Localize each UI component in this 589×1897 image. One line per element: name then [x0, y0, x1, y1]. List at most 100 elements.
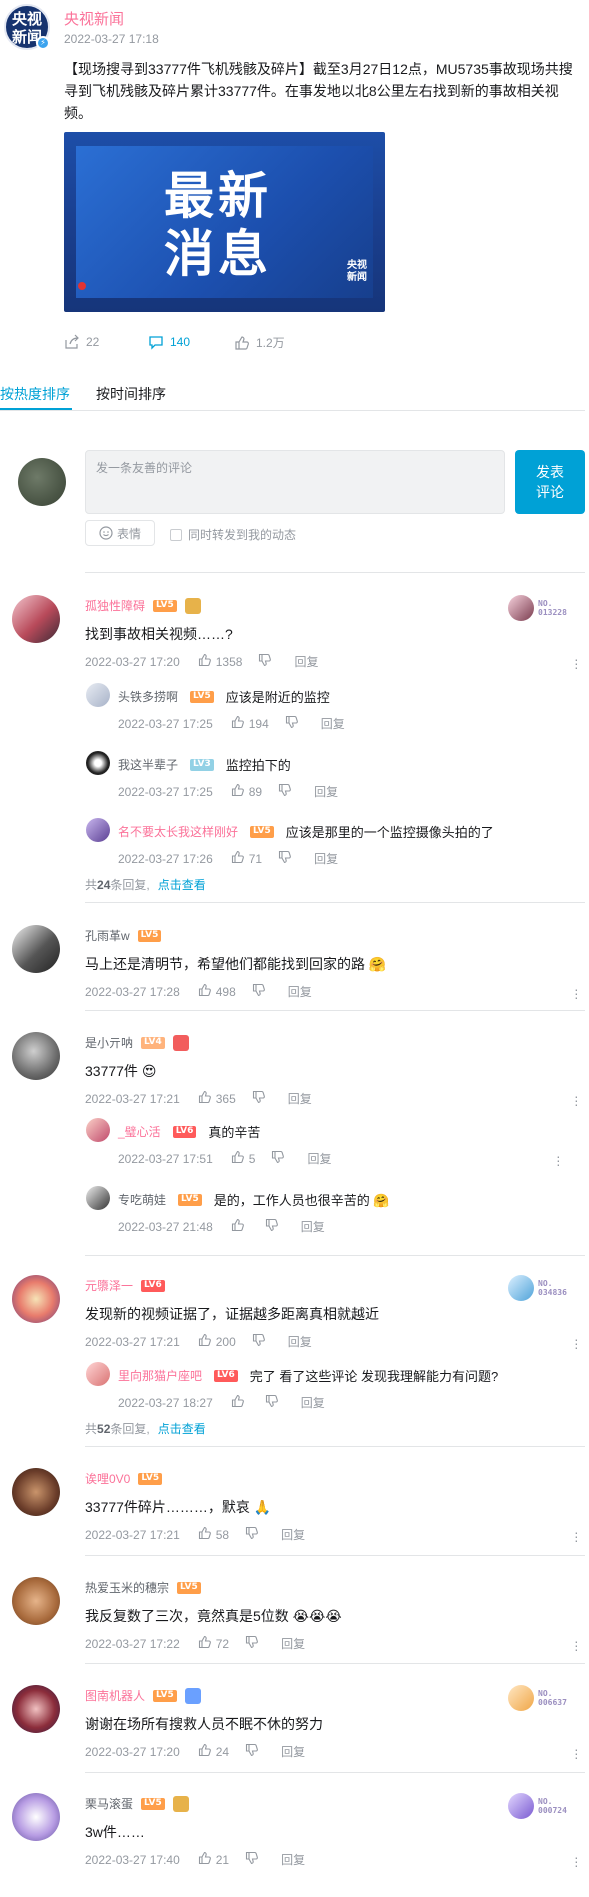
dislike-button[interactable]	[252, 1090, 266, 1107]
reply-button[interactable]: 回复	[314, 850, 338, 867]
view-replies-link[interactable]: 点击查看	[158, 1422, 206, 1436]
commenter-avatar[interactable]	[12, 1275, 60, 1323]
more-options-icon[interactable]: · · ·	[574, 1850, 580, 1872]
more-options-icon[interactable]: · · ·	[574, 1332, 580, 1354]
commenter-avatar[interactable]	[12, 1577, 60, 1625]
like-button[interactable]: 194	[231, 715, 269, 732]
username[interactable]: 诶哩0V0	[85, 1470, 130, 1487]
like-button[interactable]: 89	[231, 783, 262, 800]
view-replies-link[interactable]: 点击查看	[158, 878, 206, 892]
like-button[interactable]: 1358	[198, 653, 242, 670]
like-button[interactable]: 58	[198, 1526, 229, 1543]
dislike-button[interactable]	[265, 1394, 279, 1411]
dislike-button[interactable]	[245, 1743, 259, 1760]
username[interactable]: 元隳泽一	[85, 1277, 133, 1294]
like-button[interactable]: 72	[198, 1635, 229, 1652]
like-button[interactable]: 200	[198, 1333, 236, 1350]
dislike-button[interactable]	[245, 1635, 259, 1652]
like-button[interactable]: 24	[198, 1743, 229, 1760]
more-options-icon[interactable]: · · ·	[574, 1525, 580, 1547]
dislike-button[interactable]	[285, 715, 299, 732]
dislike-button[interactable]	[265, 1218, 279, 1235]
forward-to-dynamic-option[interactable]: 同时转发到我的动态	[170, 526, 296, 543]
image-logo-line2: 新闻	[347, 272, 367, 283]
reply-button[interactable]: 回复	[301, 1394, 325, 1411]
commenter-avatar[interactable]	[12, 1793, 60, 1841]
comment-count-button[interactable]: 140	[148, 334, 190, 350]
comment-input[interactable]: 发一条友善的评论	[85, 450, 505, 514]
username[interactable]: 是小亓呐	[85, 1034, 133, 1051]
comment-time: 2022-03-27 17:21	[85, 1527, 180, 1542]
reply-button[interactable]: 回复	[307, 1150, 331, 1167]
reply-username[interactable]: 名不要太长我这样刚好	[118, 823, 238, 840]
commenter-avatar[interactable]	[12, 595, 60, 643]
username[interactable]: 孔雨革w	[85, 927, 130, 944]
tab-hot[interactable]: 按热度排序	[0, 384, 70, 404]
username[interactable]: 热爱玉米的穗宗	[85, 1579, 169, 1596]
reply-button[interactable]: 回复	[321, 715, 345, 732]
like-button[interactable]: 21	[198, 1851, 229, 1868]
reply-button[interactable]: 回复	[281, 1526, 305, 1543]
more-options-icon[interactable]: · · ·	[574, 1089, 580, 1111]
reply-username[interactable]: 头铁多捞啊	[118, 688, 178, 705]
reply-button[interactable]: 回复	[288, 1333, 312, 1350]
post-image[interactable]: 最新 消息 央视 新闻	[64, 132, 385, 312]
reply-avatar[interactable]	[86, 683, 110, 707]
dislike-button[interactable]	[252, 1333, 266, 1350]
dislike-button[interactable]	[252, 983, 266, 1000]
comment-text: 马上还是清明节，希望他们都能找到回家的路 🤗	[85, 956, 387, 972]
more-options-icon[interactable]: · · ·	[574, 1742, 580, 1764]
more-options-icon[interactable]: · · ·	[574, 1634, 580, 1656]
more-options-icon[interactable]: · · ·	[574, 652, 580, 674]
reply-button[interactable]: 回复	[281, 1635, 305, 1652]
username[interactable]: 栗马滚蛋	[85, 1795, 133, 1812]
reply-button[interactable]: 回复	[281, 1851, 305, 1868]
like-button[interactable]: 71	[231, 850, 262, 867]
divider	[85, 1446, 585, 1447]
like-button[interactable]: 1.2万	[234, 334, 285, 351]
more-options-icon[interactable]: · · ·	[574, 982, 580, 1004]
reply-avatar[interactable]	[86, 1118, 110, 1142]
my-avatar	[18, 458, 66, 506]
more-options-icon[interactable]: · · ·	[556, 1149, 562, 1171]
comment-text: 找到事故相关视频……?	[85, 626, 233, 642]
dislike-button[interactable]	[271, 1150, 285, 1167]
reply-username[interactable]: 里向那猫户座吧	[118, 1367, 202, 1384]
reply-username[interactable]: 专吃萌娃	[118, 1191, 166, 1208]
reply-button[interactable]: 回复	[288, 983, 312, 1000]
reply-avatar[interactable]	[86, 1186, 110, 1210]
username[interactable]: 孤独性障碍	[85, 597, 145, 614]
commenter-avatar[interactable]	[12, 1468, 60, 1516]
forward-checkbox[interactable]	[170, 528, 182, 541]
dislike-button[interactable]	[245, 1526, 259, 1543]
reply-button[interactable]: 回复	[294, 653, 318, 670]
reply-button[interactable]: 回复	[314, 783, 338, 800]
username[interactable]: 图南机器人	[85, 1687, 145, 1704]
reply-avatar[interactable]	[86, 1362, 110, 1386]
reply-username[interactable]: 我这半辈子	[118, 756, 178, 773]
commenter-avatar[interactable]	[12, 1032, 60, 1080]
reply-button[interactable]: 回复	[288, 1090, 312, 1107]
dislike-button[interactable]	[258, 653, 272, 670]
dislike-button[interactable]	[245, 1851, 259, 1868]
like-button[interactable]: 5	[231, 1150, 255, 1167]
dislike-button[interactable]	[278, 850, 292, 867]
forward-button[interactable]: 22	[64, 334, 99, 350]
like-button[interactable]: 365	[198, 1090, 236, 1107]
reply-avatar[interactable]	[86, 751, 110, 775]
like-button[interactable]: 498	[198, 983, 236, 1000]
like-button[interactable]	[231, 1218, 249, 1235]
tab-time[interactable]: 按时间排序	[96, 384, 166, 404]
reply-avatar[interactable]	[86, 818, 110, 842]
post-author[interactable]: 央视新闻	[64, 8, 124, 29]
reply-button[interactable]: 回复	[281, 1743, 305, 1760]
emoji-button[interactable]: 表情	[85, 520, 155, 546]
reply-button[interactable]: 回复	[301, 1218, 325, 1235]
commenter-avatar[interactable]	[12, 1685, 60, 1733]
like-button[interactable]	[231, 1394, 249, 1411]
reply-username[interactable]: _璧心活	[118, 1123, 161, 1140]
post-time: 2022-03-27 17:18	[64, 32, 159, 46]
post-comment-button[interactable]: 发表 评论	[515, 450, 585, 514]
dislike-button[interactable]	[278, 783, 292, 800]
commenter-avatar[interactable]	[12, 925, 60, 973]
